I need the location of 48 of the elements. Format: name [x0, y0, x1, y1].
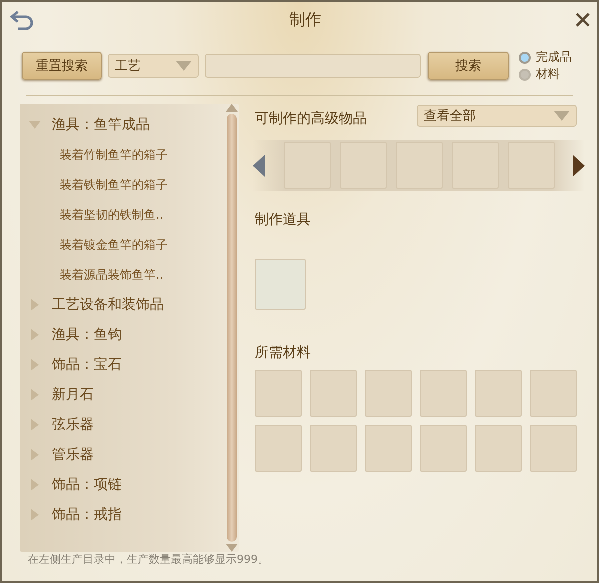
category-item[interactable]: 管乐器: [52, 446, 94, 464]
category-item[interactable]: 新月石: [52, 386, 94, 404]
section-title: 可制作的高级物品: [255, 110, 367, 128]
category-item[interactable]: 弦乐器: [52, 416, 94, 434]
scrollbar-thumb[interactable]: [227, 114, 237, 542]
next-arrow-icon[interactable]: [573, 154, 585, 176]
scroll-up-arrow-icon[interactable]: [226, 104, 238, 112]
scroll-down-arrow-icon[interactable]: [226, 544, 238, 552]
category-item[interactable]: 饰品：项链: [52, 476, 122, 494]
material-slot[interactable]: [420, 370, 467, 417]
material-slot[interactable]: [530, 370, 577, 417]
material-slot[interactable]: [420, 425, 467, 472]
recipe-item[interactable]: 装着铁制鱼竿的箱子: [60, 176, 168, 194]
previous-arrow-icon[interactable]: [253, 154, 265, 176]
tool-slot[interactable]: [255, 259, 306, 310]
material-slot[interactable]: [365, 370, 412, 417]
recipe-item[interactable]: 装着竹制鱼竿的箱子: [60, 146, 168, 164]
category-dropdown[interactable]: 工艺: [108, 54, 199, 78]
hint-text: 在左侧生产目录中，生产数量最高能够显示999。: [27, 552, 270, 568]
close-icon[interactable]: [575, 12, 591, 28]
reset-search-button[interactable]: 重置搜索: [22, 52, 102, 80]
category-item[interactable]: 饰品：宝石: [52, 356, 122, 374]
material-slot[interactable]: [310, 370, 357, 417]
category-item[interactable]: 渔具：鱼钩: [52, 326, 122, 344]
search-field[interactable]: [205, 54, 421, 78]
material-slot[interactable]: [530, 425, 577, 472]
section-title: 制作道具: [255, 211, 312, 229]
material-slot[interactable]: [475, 370, 522, 417]
category-item[interactable]: 渔具：鱼竿成品: [52, 116, 150, 134]
recipe-item[interactable]: 装着镀金鱼竿的箱子: [60, 236, 168, 254]
material-slot[interactable]: [365, 425, 412, 472]
recipe-item[interactable]: 装着坚韧的铁制鱼..: [60, 206, 164, 224]
material-slot[interactable]: [475, 425, 522, 472]
back-icon[interactable]: [10, 9, 36, 31]
section-title: 所需材料: [255, 344, 312, 362]
recipe-item[interactable]: 装着源晶装饰鱼竿..: [60, 266, 164, 284]
material-slot[interactable]: [255, 425, 302, 472]
material-slot[interactable]: [310, 425, 357, 472]
material-slot[interactable]: [255, 370, 302, 417]
filter-dropdown[interactable]: 查看全部: [417, 105, 577, 127]
window-title: 制作: [290, 10, 322, 30]
category-item[interactable]: 工艺设备和装饰品: [52, 296, 164, 314]
radio-option[interactable]: 完成品: [519, 50, 572, 66]
dropdown-arrow-icon: [176, 61, 192, 71]
dropdown-arrow-icon: [554, 111, 570, 121]
category-item[interactable]: 饰品：戒指: [52, 506, 122, 524]
search-button[interactable]: 搜索: [428, 52, 509, 80]
radio-option[interactable]: 材料: [519, 66, 572, 82]
